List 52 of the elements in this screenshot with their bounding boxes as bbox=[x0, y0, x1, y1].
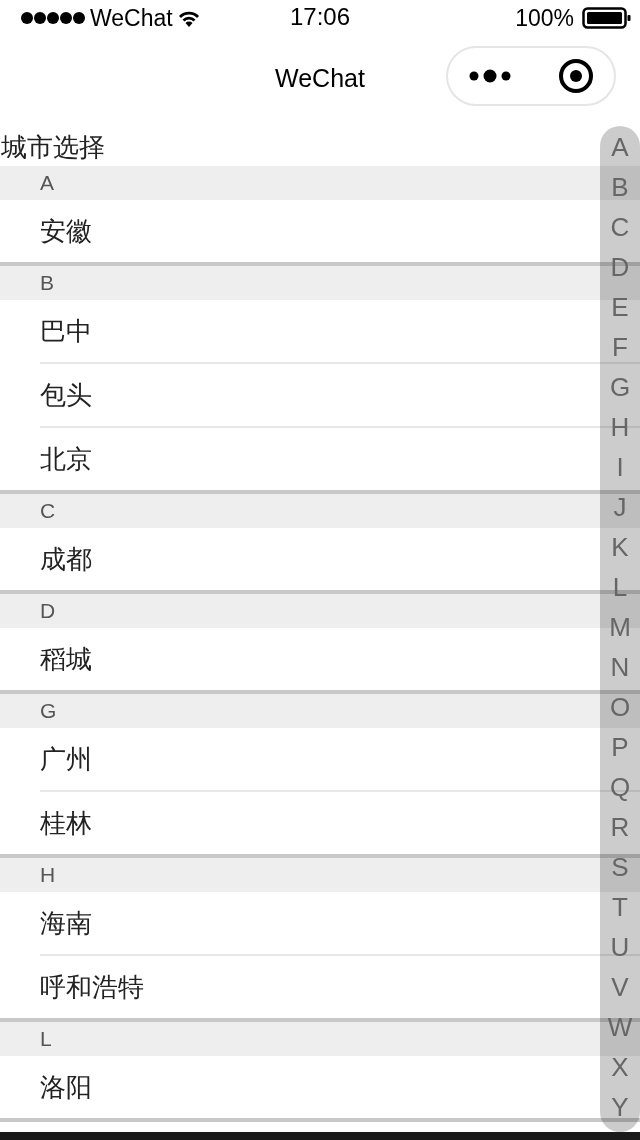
index-letter[interactable]: D bbox=[610, 246, 630, 286]
city-item[interactable]: 北京 bbox=[40, 441, 92, 477]
index-letter[interactable]: P bbox=[611, 726, 629, 766]
city-item[interactable]: 安徽 bbox=[40, 213, 92, 249]
index-letter[interactable]: A bbox=[611, 126, 629, 166]
section-header: G bbox=[40, 699, 57, 723]
index-letter[interactable]: X bbox=[611, 1046, 629, 1086]
index-letter[interactable]: K bbox=[611, 526, 629, 566]
city-item[interactable]: 桂林 bbox=[40, 805, 92, 841]
battery-percent: 100% bbox=[515, 4, 574, 32]
index-letter[interactable]: N bbox=[610, 646, 630, 686]
index-letter[interactable]: T bbox=[612, 886, 628, 926]
index-letter[interactable]: J bbox=[613, 486, 627, 526]
index-letter[interactable]: M bbox=[609, 606, 631, 646]
carrier-name: WeChat bbox=[90, 4, 173, 32]
section-header: L bbox=[40, 1027, 52, 1051]
city-item[interactable]: 成都 bbox=[40, 541, 92, 577]
city-item[interactable]: 稻城 bbox=[40, 641, 92, 677]
nav-title: WeChat bbox=[275, 64, 365, 92]
section-header: H bbox=[40, 863, 56, 887]
index-letter[interactable]: I bbox=[616, 446, 624, 486]
index-letter[interactable]: C bbox=[610, 206, 630, 246]
index-letter[interactable]: B bbox=[611, 166, 629, 206]
index-letter[interactable]: U bbox=[610, 926, 630, 966]
index-letter[interactable]: E bbox=[611, 286, 629, 326]
index-letter[interactable]: W bbox=[607, 1006, 633, 1046]
clock-time: 17:06 bbox=[289, 3, 351, 30]
battery-icon bbox=[582, 7, 632, 29]
index-letter[interactable]: Q bbox=[609, 766, 631, 806]
city-item[interactable]: 呼和浩特 bbox=[40, 969, 144, 1005]
section-header: C bbox=[40, 499, 56, 523]
index-letter[interactable]: Y bbox=[611, 1086, 629, 1126]
index-letter[interactable]: H bbox=[610, 406, 630, 446]
section-header: B bbox=[40, 271, 54, 295]
city-item[interactable]: 包头 bbox=[40, 377, 92, 413]
section-header: D bbox=[40, 599, 56, 623]
city-item[interactable]: 巴中 bbox=[40, 313, 92, 349]
city-item[interactable]: 洛阳 bbox=[40, 1069, 92, 1105]
page-title: 城市选择 bbox=[1, 132, 105, 162]
index-letter[interactable]: R bbox=[610, 806, 630, 846]
index-letter[interactable]: O bbox=[609, 686, 631, 726]
index-letter[interactable]: G bbox=[609, 366, 631, 406]
signal-icon bbox=[20, 11, 86, 25]
index-letter[interactable]: V bbox=[611, 966, 629, 1006]
index-letter[interactable]: S bbox=[611, 846, 629, 886]
more-icon[interactable] bbox=[468, 69, 512, 83]
section-header: A bbox=[40, 171, 54, 195]
city-item[interactable]: 广州 bbox=[40, 741, 92, 777]
index-letter[interactable]: L bbox=[612, 566, 628, 606]
index-letter[interactable]: F bbox=[612, 326, 628, 366]
close-icon[interactable] bbox=[558, 58, 594, 94]
city-item[interactable]: 海南 bbox=[40, 905, 92, 941]
